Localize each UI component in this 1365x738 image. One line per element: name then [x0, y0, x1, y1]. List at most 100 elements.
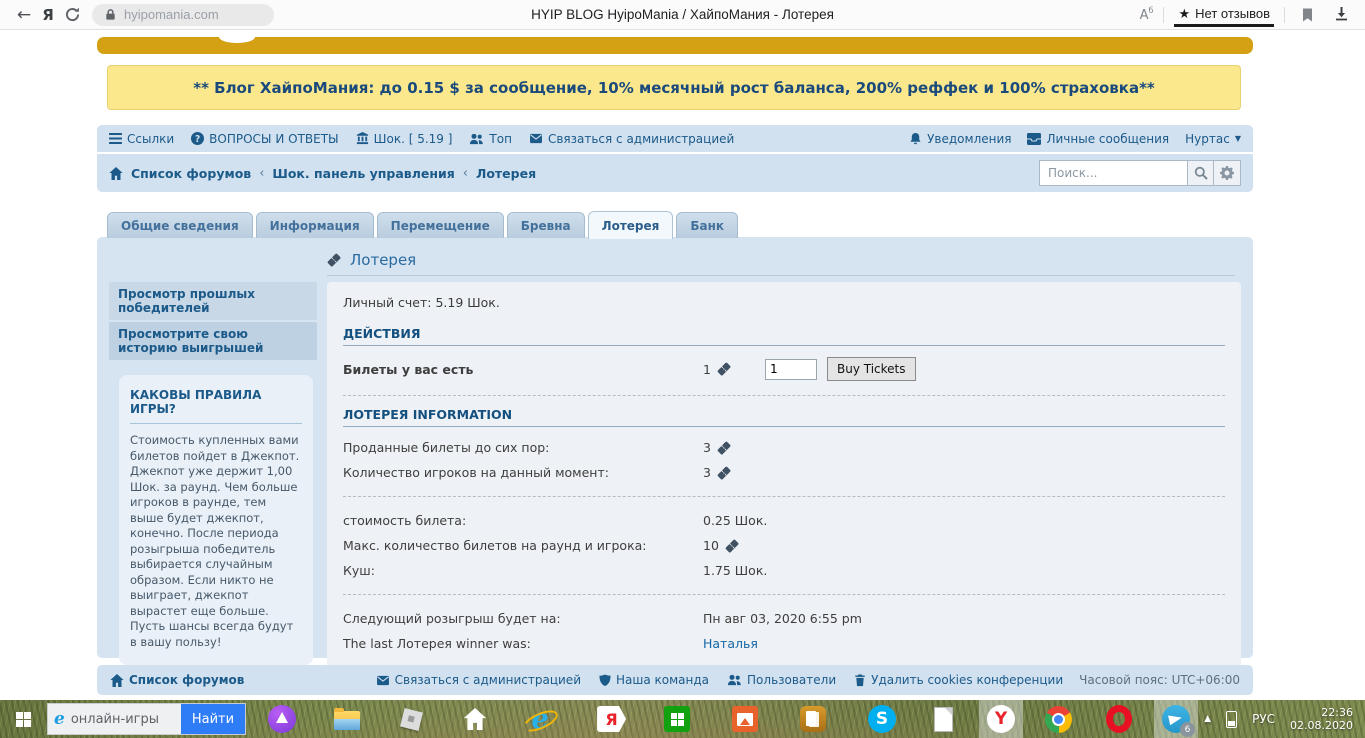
shield-icon: [599, 674, 611, 687]
taskbar-internet-explorer[interactable]: e: [517, 700, 563, 738]
home-icon: [109, 167, 123, 180]
nav-top[interactable]: Топ: [469, 132, 512, 146]
nav-username-menu[interactable]: Нуртас ▼: [1185, 132, 1241, 146]
breadcrumb: Список форумов ‹ Шок. панель управления …: [109, 166, 536, 181]
taskbar-telegram[interactable]: 6: [1154, 700, 1198, 738]
translate-icon[interactable]: [1140, 6, 1154, 22]
internet-explorer-icon: e: [525, 704, 555, 734]
footer-delete-cookies[interactable]: Удалить cookies конференции: [854, 673, 1063, 687]
sidebar-item-past-winners[interactable]: Просмотр прошлых победителей: [109, 282, 317, 320]
notepad-icon: [934, 707, 953, 732]
nav-balance[interactable]: Шок. [ 5.19 ]: [356, 132, 453, 146]
download-icon[interactable]: [1329, 3, 1353, 27]
row-label: Количество игроков на данный момент:: [343, 465, 703, 480]
taskbar-ms-store[interactable]: [656, 700, 698, 738]
ucp-tabs: Общие сведения Информация Перемещение Бр…: [107, 210, 738, 238]
date-label: 02.08.2020: [1290, 719, 1353, 732]
lottery-panel: Личный счет: 5.19 Шок. ДЕЙСТВИЯ Билеты у…: [327, 282, 1241, 668]
back-button[interactable]: ←: [12, 3, 36, 27]
browser-toolbar: ← hyipomania.com HYIP BLOG HyipoMania / …: [0, 0, 1365, 30]
store-icon: [664, 706, 690, 732]
action-row: Билеты у вас есть 1 Buy Tickets: [343, 354, 1225, 384]
taskbar-search-box[interactable]: e онлайн-игры Найти: [47, 703, 246, 735]
question-icon: ?: [191, 132, 204, 145]
language-indicator[interactable]: РУС: [1252, 712, 1275, 726]
breadcrumb-current[interactable]: Лотерея: [476, 166, 536, 181]
lottery-row: Куш: 1.75 Шок.: [343, 558, 1225, 583]
start-button[interactable]: [0, 700, 47, 738]
address-bar[interactable]: hyipomania.com: [92, 4, 274, 26]
battery-icon[interactable]: [1226, 711, 1237, 728]
gear-icon: [1220, 166, 1234, 180]
tab-move[interactable]: Перемещение: [377, 212, 504, 238]
tab-logs[interactable]: Бревна: [507, 212, 585, 238]
search-input[interactable]: [1039, 160, 1187, 186]
nav-links[interactable]: Ссылки: [109, 132, 174, 146]
envelope-icon: [529, 133, 543, 144]
bell-icon: [909, 132, 922, 146]
breadcrumb-forum-list[interactable]: Список форумов: [131, 166, 251, 181]
lock-icon: [104, 8, 117, 21]
lottery-row: стоимость билета: 0.25 Шок.: [343, 508, 1225, 533]
taskbar-chrome[interactable]: [1037, 700, 1080, 738]
taskbar-yandex-search-app[interactable]: Я: [589, 700, 634, 738]
taskbar-search-button[interactable]: Найти: [181, 704, 245, 734]
row-label: The last Лотерея winner was:: [343, 636, 703, 651]
tab-bank[interactable]: Банк: [676, 212, 738, 238]
ticket-quantity-input[interactable]: [765, 359, 817, 380]
rules-box: КАКОВЫ ПРАВИЛА ИГРЫ? Стоимость купленных…: [119, 375, 313, 665]
divider: [1163, 7, 1164, 23]
taskbar-office-docs[interactable]: [792, 700, 834, 738]
tab-lottery[interactable]: Лотерея: [588, 211, 674, 239]
footer-forum-list[interactable]: Список форумов: [110, 673, 244, 687]
search-settings-button[interactable]: [1214, 160, 1241, 186]
breadcrumb-ucp[interactable]: Шок. панель управления: [272, 166, 454, 181]
inbox-icon: [1027, 133, 1041, 145]
footer-team[interactable]: Наша команда: [599, 673, 709, 687]
bookmark-icon[interactable]: [1295, 3, 1319, 27]
footer-members[interactable]: Пользователи: [727, 673, 836, 687]
taskbar-skype[interactable]: S: [860, 700, 904, 738]
sidebar-item-win-history[interactable]: Просмотрите свою историю выигрышей: [109, 322, 317, 360]
row-label: Куш:: [343, 563, 703, 578]
last-winner-link[interactable]: Наталья: [703, 636, 1225, 651]
chrome-icon: [1045, 706, 1072, 733]
taskbar-yandex-browser[interactable]: Y: [979, 700, 1023, 738]
ticket-icon: [717, 466, 731, 480]
row-label: Следующий розыгрыш будет на:: [343, 611, 703, 626]
taskbar-home-app[interactable]: [455, 700, 495, 738]
taskbar-file-explorer[interactable]: [326, 700, 368, 738]
tab-general[interactable]: Общие сведения: [107, 212, 253, 238]
yandex-logo-icon[interactable]: [36, 3, 60, 27]
buy-tickets-button[interactable]: Buy Tickets: [827, 357, 916, 381]
taskbar-photos[interactable]: [724, 700, 766, 738]
forum-footer: Список форумов Связаться с администрацие…: [97, 665, 1253, 695]
tray-expand-icon[interactable]: ▲: [1204, 714, 1211, 724]
row-value: 10: [703, 538, 1225, 553]
refresh-button[interactable]: [60, 3, 84, 27]
roblox-icon: [400, 707, 423, 730]
header-banner-edge: [97, 37, 1253, 54]
tab-information[interactable]: Информация: [256, 212, 374, 238]
nav-faq[interactable]: ? ВОПРОСЫ И ОТВЕТЫ: [191, 132, 338, 146]
ticket-icon: [717, 362, 731, 376]
taskbar-roblox[interactable]: [394, 700, 429, 738]
divider: [327, 275, 1235, 276]
search-button[interactable]: [1187, 160, 1214, 186]
taskbar-notepad[interactable]: [926, 700, 961, 738]
ticket-icon: [717, 441, 731, 455]
footer-contact-admin[interactable]: Связаться с администрацией: [376, 673, 581, 687]
nav-contact-admin[interactable]: Связаться с администрацией: [529, 132, 734, 146]
clock[interactable]: 22:36 02.08.2020: [1290, 706, 1353, 732]
site-reviews-button[interactable]: ★ Нет отзывов: [1174, 3, 1274, 27]
personal-balance: Личный счет: 5.19 Шок.: [343, 295, 1225, 310]
taskbar-opera[interactable]: [1098, 700, 1140, 738]
ticket-icon: [725, 539, 739, 553]
taskbar-alice[interactable]: [260, 700, 304, 738]
timezone-label: Часовой пояс: UTC+06:00: [1079, 673, 1240, 687]
envelope-icon: [376, 675, 390, 686]
nav-private-messages[interactable]: Личные сообщения: [1027, 132, 1169, 146]
nav-notifications[interactable]: Уведомления: [909, 132, 1011, 146]
page-title: HYIP BLOG HyipoMania / ХайпоМания - Лоте…: [531, 7, 834, 22]
people-icon: [469, 133, 484, 145]
